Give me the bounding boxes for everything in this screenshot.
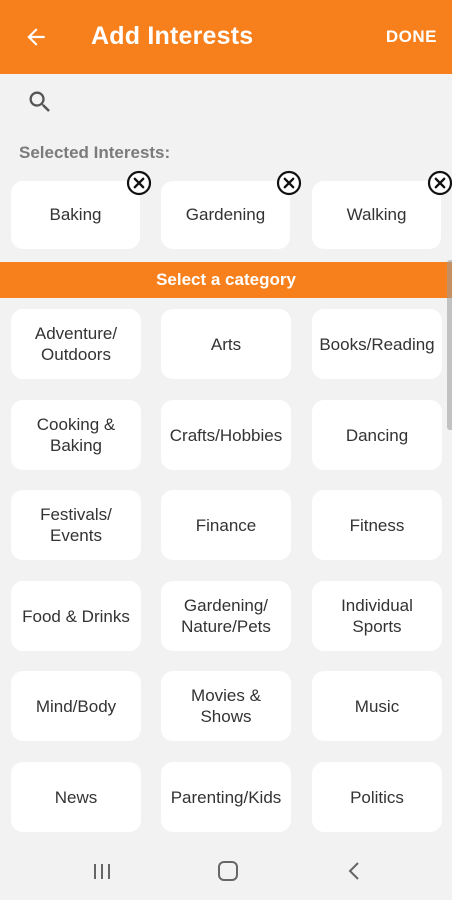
category-label: News — [54, 787, 98, 807]
recent-apps-icon — [94, 864, 110, 879]
category-label: Movies & Shows — [191, 686, 261, 726]
search-button[interactable] — [26, 88, 56, 118]
category-tile[interactable]: Adventure/ Outdoors — [11, 309, 141, 379]
category-tile[interactable]: Individual Sports — [312, 581, 442, 651]
remove-interest-button[interactable] — [427, 170, 452, 196]
close-circle-icon — [427, 170, 452, 196]
category-tile[interactable]: Mind/Body — [11, 671, 141, 741]
selected-interest-chip[interactable]: Gardening — [161, 181, 290, 249]
category-tile[interactable]: Dancing — [312, 400, 442, 470]
recent-apps-button[interactable] — [87, 856, 117, 886]
category-tile[interactable]: Music — [312, 671, 442, 741]
category-label: Adventure/ Outdoors — [34, 324, 118, 364]
category-label: Gardening/ Nature/Pets — [181, 596, 271, 636]
remove-interest-button[interactable] — [126, 170, 152, 196]
scrollbar-thumb[interactable] — [447, 260, 452, 430]
select-category-bar: Select a category — [0, 262, 452, 298]
category-label: Food & Drinks — [22, 606, 130, 626]
category-tile[interactable]: Finance — [161, 490, 291, 560]
selected-interest-chip[interactable]: Walking — [312, 181, 441, 249]
home-button[interactable] — [213, 856, 243, 886]
system-nav-bar — [0, 840, 452, 900]
category-tile[interactable]: Arts — [161, 309, 291, 379]
arrow-left-icon — [27, 28, 45, 46]
close-circle-icon — [276, 170, 302, 196]
category-tile[interactable]: Books/Reading — [312, 309, 442, 379]
category-label: Arts — [210, 334, 242, 354]
selected-interest-label: Walking — [346, 205, 407, 224]
category-tile[interactable]: Cooking & Baking — [11, 400, 141, 470]
category-label: Crafts/Hobbies — [169, 425, 283, 445]
category-tile[interactable]: Food & Drinks — [11, 581, 141, 651]
selected-interest-chip[interactable]: Baking — [11, 181, 140, 249]
selected-interest-label: Baking — [49, 205, 102, 224]
page-title: Add Interests — [91, 22, 254, 50]
category-label: Individual Sports — [341, 596, 413, 636]
back-nav-icon — [348, 862, 359, 880]
category-label: Music — [354, 696, 400, 716]
category-tile[interactable]: Gardening/ Nature/Pets — [161, 581, 291, 651]
selected-interest-label: Gardening — [185, 205, 266, 224]
category-label: Fitness — [349, 515, 405, 535]
category-label: Books/Reading — [319, 334, 435, 354]
category-label: Mind/Body — [35, 696, 117, 716]
close-circle-icon — [126, 170, 152, 196]
category-label: Cooking & Baking — [36, 415, 116, 455]
app-header: Add Interests DONE — [0, 0, 452, 74]
search-icon — [29, 91, 50, 112]
back-button[interactable] — [16, 17, 56, 57]
remove-interest-button[interactable] — [276, 170, 302, 196]
back-nav-button[interactable] — [340, 856, 370, 886]
selected-interests-label: Selected Interests: — [19, 143, 171, 162]
category-label: Finance — [195, 515, 257, 535]
category-tile[interactable]: Fitness — [312, 490, 442, 560]
category-label: Festivals/ Events — [40, 505, 112, 545]
category-label: Parenting/Kids — [170, 787, 282, 807]
category-tile[interactable]: Festivals/ Events — [11, 490, 141, 560]
category-tile[interactable]: Parenting/Kids — [161, 762, 291, 832]
category-label: Dancing — [345, 425, 409, 445]
category-tile[interactable]: News — [11, 762, 141, 832]
add-interests-screen: Add Interests DONE Selected Interests: B… — [0, 0, 452, 900]
category-tile[interactable]: Crafts/Hobbies — [161, 400, 291, 470]
category-label: Politics — [350, 787, 404, 807]
category-tile[interactable]: Politics — [312, 762, 442, 832]
home-icon — [218, 861, 238, 881]
done-button[interactable]: DONE — [386, 27, 437, 47]
category-tile[interactable]: Movies & Shows — [161, 671, 291, 741]
